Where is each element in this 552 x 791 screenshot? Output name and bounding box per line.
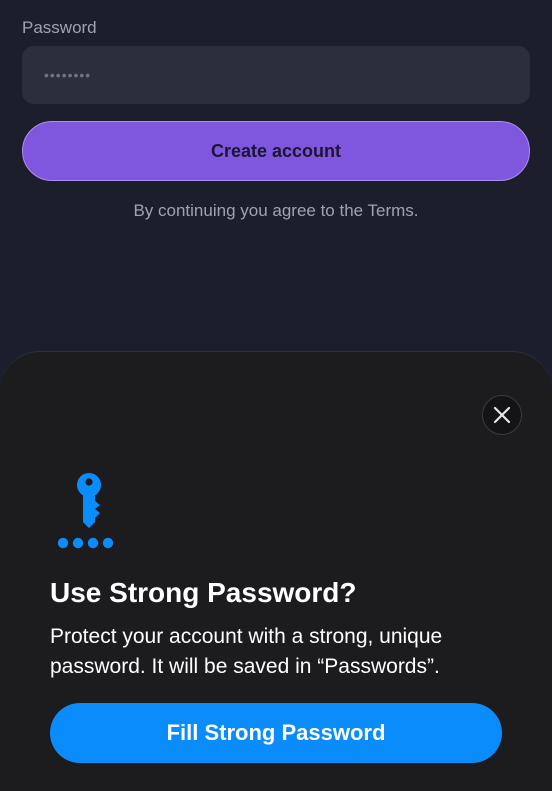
key-icon — [57, 473, 114, 549]
close-icon — [493, 406, 511, 424]
fill-strong-password-button[interactable]: Fill Strong Password — [50, 703, 502, 763]
password-input[interactable]: •••••••• — [22, 46, 530, 104]
close-button[interactable] — [482, 395, 522, 435]
password-masked-value: •••••••• — [44, 67, 92, 83]
create-account-button[interactable]: Create account — [22, 121, 530, 181]
sheet-title: Use Strong Password? — [50, 577, 357, 608]
terms-text: By continuing you agree to the Terms. — [133, 201, 419, 220]
password-label: Password — [22, 18, 97, 37]
sheet-description: Protect your account with a strong, uniq… — [50, 625, 443, 678]
signup-form: Password •••••••• Create account By cont… — [0, 0, 552, 352]
